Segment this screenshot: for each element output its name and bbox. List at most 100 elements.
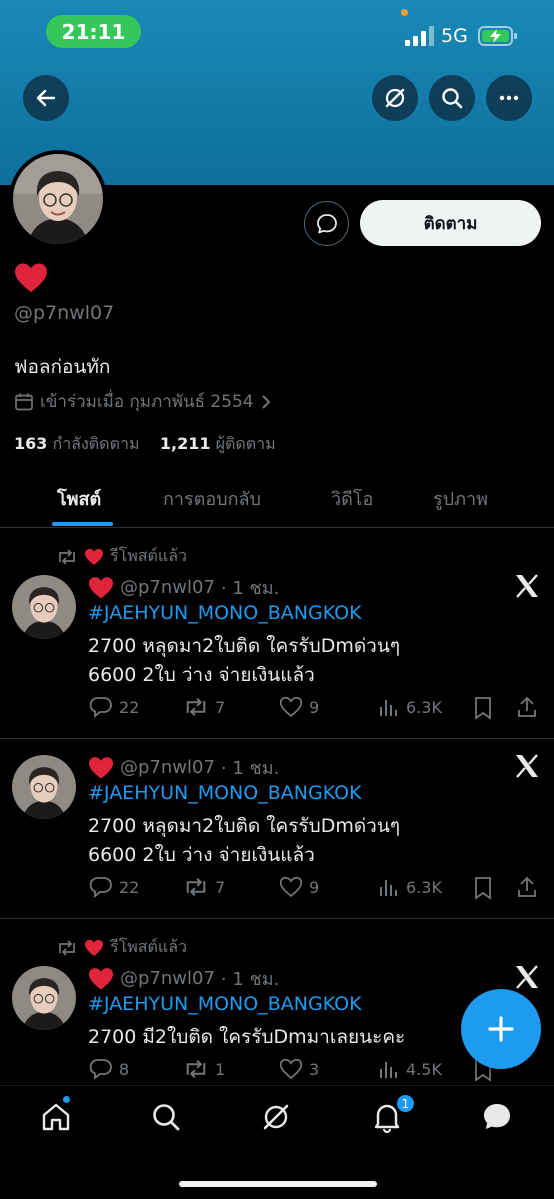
post-handle[interactable]: @p7nwl07 [120, 968, 215, 989]
message-icon [316, 213, 337, 233]
followers-link[interactable]: 1,211 ผู้ติดตาม [160, 434, 276, 453]
chevron-right-icon [261, 394, 271, 409]
post-hashtag[interactable]: #JAEHYUN_MONO_BANGKOK [88, 782, 362, 804]
home-unread-dot [63, 1096, 70, 1103]
search-button[interactable] [429, 75, 475, 121]
profile-handle: @p7nwl07 [14, 302, 115, 324]
cellular-signal-icon [405, 26, 434, 46]
reply-button[interactable]: 8 [89, 1058, 129, 1080]
compose-button[interactable] [461, 989, 541, 1069]
like-count: 9 [309, 877, 320, 897]
home-icon[interactable] [39, 1100, 73, 1134]
heart-icon [279, 1058, 303, 1080]
post-header: @p7nwl07 · 1 ชม. [88, 753, 279, 782]
x-logo-icon [516, 754, 538, 778]
post-text-line: 2700 หลุดมา2ใบติด ใครรับDmด่วนๆ [88, 635, 401, 657]
reply-button[interactable]: 22 [89, 696, 139, 718]
tab-replies[interactable]: การตอบกลับ [163, 484, 261, 513]
avatar-image [12, 755, 76, 819]
reply-button[interactable]: 22 [89, 876, 139, 898]
following-link[interactable]: 163 กำลังติดตาม [14, 434, 145, 453]
share-icon[interactable] [516, 875, 538, 899]
views-button[interactable]: 6.3K [378, 876, 442, 898]
reply-icon [89, 877, 112, 898]
back-button[interactable] [23, 75, 69, 121]
search-icon [442, 88, 463, 109]
joined-date-text: เข้าร่วมเมื่อ กุมภาพันธ์ 2554 [40, 392, 254, 412]
post-handle[interactable]: @p7nwl07 [120, 757, 215, 778]
status-time: 21:11 [46, 15, 141, 48]
followers-count: 1,211 [159, 434, 211, 453]
notification-badge: 1 [395, 1093, 416, 1114]
views-button[interactable]: 6.3K [378, 696, 442, 718]
post-item[interactable]: @p7nwl07 · 1 ชม. #JAEHYUN_MONO_BANGKOK 2… [0, 739, 554, 919]
repost-button[interactable]: 7 [183, 876, 225, 898]
follow-counts: 163 กำลังติดตาม 1,211 ผู้ติดตาม [14, 432, 276, 457]
followers-label: ผู้ติดตาม [215, 434, 276, 453]
profile-avatar[interactable] [9, 150, 107, 248]
repost-button[interactable]: 7 [183, 696, 225, 718]
view-count: 6.3K [406, 877, 442, 897]
avatar-image [13, 154, 103, 244]
joined-date: เข้าร่วมเมื่อ กุมภาพันธ์ 2554 [14, 388, 272, 415]
heart-emoji-icon [85, 939, 103, 956]
tab-photos[interactable]: รูปภาพ [433, 484, 488, 513]
follow-button[interactable]: ติดตาม [360, 200, 541, 246]
tab-posts[interactable]: โพสต์ [57, 484, 101, 513]
x-logo-icon [516, 965, 538, 989]
more-icon [499, 95, 519, 101]
post-header: @p7nwl07 · 1 ชม. [88, 964, 279, 993]
battery-charging-icon [478, 26, 517, 46]
post-hashtag[interactable]: #JAEHYUN_MONO_BANGKOK [88, 993, 362, 1015]
post-avatar[interactable] [12, 966, 76, 1030]
views-icon [380, 1062, 397, 1078]
more-options-button[interactable] [486, 75, 532, 121]
like-count: 9 [309, 697, 320, 717]
heart-emoji-icon [89, 576, 113, 598]
repost-label: รีโพสต์แล้ว [110, 546, 187, 565]
like-count: 3 [309, 1059, 320, 1079]
post-text-line: 2700 หลุดมา2ใบติด ใครรับDmด่วนๆ [88, 815, 401, 837]
post-avatar[interactable] [12, 755, 76, 819]
post-handle[interactable]: @p7nwl07 [120, 577, 215, 598]
search-icon[interactable] [149, 1100, 183, 1134]
reply-icon [89, 697, 112, 718]
heart-emoji-icon [85, 548, 103, 565]
like-button[interactable]: 9 [279, 876, 319, 898]
post-avatar[interactable] [12, 575, 76, 639]
repost-button[interactable]: 1 [183, 1058, 225, 1080]
display-name-heart-icon [15, 263, 47, 292]
repost-count: 7 [215, 697, 226, 717]
repost-indicator: รีโพสต์แล้ว [56, 544, 187, 569]
repost-indicator: รีโพสต์แล้ว [56, 935, 187, 960]
views-button[interactable]: 4.5K [378, 1058, 442, 1080]
arrow-left-icon [36, 89, 56, 107]
network-type: 5G [441, 25, 468, 47]
share-icon[interactable] [516, 695, 538, 719]
tab-videos[interactable]: วิดีโอ [331, 484, 373, 513]
repost-count: 1 [215, 1059, 226, 1079]
grok-button[interactable] [372, 75, 418, 121]
post-header: @p7nwl07 · 1 ชม. [88, 573, 279, 602]
active-tab-indicator [52, 522, 113, 526]
post-time: · 1 ชม. [220, 758, 280, 779]
privacy-indicator-dot [401, 9, 408, 16]
heart-emoji-icon [89, 967, 113, 989]
home-indicator[interactable] [179, 1181, 377, 1187]
view-count: 6.3K [406, 697, 442, 717]
post-hashtag[interactable]: #JAEHYUN_MONO_BANGKOK [88, 602, 362, 624]
grok-icon[interactable] [259, 1100, 293, 1134]
bookmark-icon[interactable] [472, 696, 494, 720]
plus-icon [488, 1016, 514, 1042]
like-button[interactable]: 9 [279, 696, 319, 718]
message-button[interactable] [304, 201, 349, 246]
reply-count: 22 [119, 697, 140, 717]
like-button[interactable]: 3 [279, 1058, 319, 1080]
repost-label: รีโพสต์แล้ว [110, 937, 187, 956]
following-count: 163 [14, 434, 48, 453]
bookmark-icon[interactable] [472, 876, 494, 900]
profile-tabs: โพสต์ การตอบกลับ วิดีโอ รูปภาพ [0, 470, 554, 528]
repost-icon [59, 548, 75, 565]
post-item[interactable]: รีโพสต์แล้ว @p7nwl07 · 1 ชม. #JAEHYUN_MO… [0, 528, 554, 739]
chat-icon[interactable] [480, 1100, 514, 1134]
